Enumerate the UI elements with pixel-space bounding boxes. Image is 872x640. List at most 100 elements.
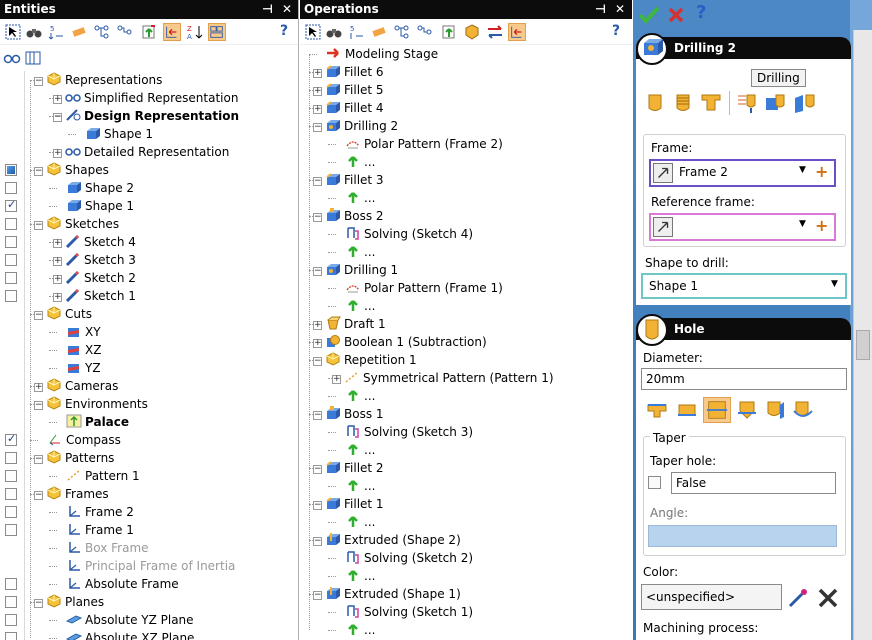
collapse-toggle[interactable]: −	[313, 501, 322, 510]
visibility-checkbox[interactable]	[5, 218, 17, 230]
tree-item[interactable]: YZ	[53, 359, 101, 377]
frame-pick-button[interactable]	[653, 163, 673, 183]
tree-item[interactable]: ...	[332, 243, 375, 261]
tree-item[interactable]: + Cameras	[34, 377, 118, 395]
tree-item[interactable]: ...	[332, 513, 375, 531]
collapse-toggle[interactable]: −	[313, 213, 322, 222]
expand-toggle[interactable]: +	[53, 275, 62, 284]
counterbore-icon[interactable]	[700, 92, 722, 114]
visibility-checkbox[interactable]	[5, 272, 17, 284]
add-reference-icon[interactable]: +	[815, 216, 828, 235]
collapse-toggle[interactable]: −	[313, 177, 322, 186]
tree-item[interactable]: − Patterns	[34, 449, 114, 467]
grid-icon[interactable]	[208, 23, 226, 41]
collapse-toggle[interactable]: −	[34, 167, 43, 176]
visibility-checkbox[interactable]	[5, 632, 17, 640]
visibility-checkbox[interactable]	[5, 488, 17, 500]
glasses-icon[interactable]	[3, 49, 21, 67]
pin-icon[interactable]: ⊣	[262, 0, 273, 19]
tree-item[interactable]: XY	[53, 323, 101, 341]
collapse-toggle[interactable]: −	[313, 267, 322, 276]
tree-item[interactable]: + Fillet 6	[313, 63, 384, 81]
tree-item[interactable]: Solving (Sketch 3)	[332, 423, 473, 441]
tree-item[interactable]: ...	[332, 567, 375, 585]
tree-item[interactable]: − Environments	[34, 395, 148, 413]
tree-expand-icon[interactable]	[93, 23, 111, 41]
reference-pick-button[interactable]	[653, 217, 673, 237]
expand-toggle[interactable]: +	[313, 339, 322, 348]
collapse-toggle[interactable]: −	[53, 113, 62, 122]
visibility-checkbox[interactable]	[5, 578, 17, 590]
tree-item[interactable]: − Cuts	[34, 305, 92, 323]
swap-icon[interactable]	[486, 23, 504, 41]
tree-item[interactable]: Pattern 1	[53, 467, 140, 485]
visibility-checkbox[interactable]	[5, 182, 17, 194]
sort-icon[interactable]: 5	[348, 23, 366, 41]
tree-collapse-icon[interactable]	[416, 23, 434, 41]
dropdown-arrow-icon[interactable]: ▼	[799, 165, 806, 175]
expand-toggle[interactable]: +	[313, 321, 322, 330]
expand-toggle[interactable]: +	[332, 375, 341, 384]
tree-item[interactable]: − Fillet 3	[313, 171, 384, 189]
collapse-toggle[interactable]: −	[313, 411, 322, 420]
tree-item[interactable]: ...	[332, 621, 375, 639]
tree-item[interactable]: ...	[332, 297, 375, 315]
tree-item[interactable]: − Design Representation	[53, 107, 239, 125]
sort-az-icon[interactable]: ZA	[186, 23, 204, 41]
color-value[interactable]: <unspecified>	[641, 584, 782, 610]
collapse-toggle[interactable]: −	[34, 77, 43, 86]
tree-item[interactable]: + Fillet 4	[313, 99, 384, 117]
tree-item[interactable]: − Drilling 1	[313, 261, 398, 279]
tree-item[interactable]: Compass	[34, 431, 121, 449]
collapse-toggle[interactable]: −	[34, 401, 43, 410]
visibility-checkbox[interactable]	[5, 596, 17, 608]
move-up-icon[interactable]	[440, 23, 458, 41]
visibility-checkbox[interactable]	[5, 164, 17, 176]
clear-color-icon[interactable]	[816, 586, 840, 610]
hexagon-icon[interactable]	[463, 23, 481, 41]
tree-item[interactable]: + Sketch 3	[53, 251, 136, 269]
filter-icon[interactable]	[163, 23, 181, 41]
expand-toggle[interactable]: +	[313, 69, 322, 78]
tree-item[interactable]: ...	[332, 441, 375, 459]
tree-item[interactable]: Absolute XZ Plane	[53, 629, 194, 640]
collapse-toggle[interactable]: −	[34, 599, 43, 608]
threaded-hole-icon[interactable]	[672, 92, 694, 114]
move-up-icon[interactable]	[140, 23, 158, 41]
tree-item[interactable]: + Sketch 4	[53, 233, 136, 251]
tree-item[interactable]: Palace	[53, 413, 129, 431]
tree-item[interactable]: − Boss 2	[313, 207, 384, 225]
drill-pattern-icon[interactable]	[736, 92, 760, 114]
shape-to-drill-select[interactable]: Shape 1 ▼	[641, 273, 847, 299]
tree-item[interactable]: − Extruded (Shape 1)	[313, 585, 461, 603]
visibility-checkbox[interactable]	[5, 470, 17, 482]
tree-item[interactable]: Solving (Sketch 1)	[332, 603, 473, 621]
select-icon[interactable]	[304, 23, 322, 41]
dropdown-arrow-icon[interactable]: ▼	[831, 279, 838, 289]
visibility-checkbox[interactable]	[5, 254, 17, 266]
columns-icon[interactable]	[24, 49, 42, 67]
help-icon[interactable]: ?	[280, 23, 288, 39]
tree-item[interactable]: Polar Pattern (Frame 1)	[332, 279, 503, 297]
tree-item[interactable]: − Representations	[34, 71, 162, 89]
tree-item[interactable]: Shape 1	[72, 125, 153, 143]
tree-item[interactable]: Frame 2	[53, 503, 134, 521]
tree-item[interactable]: Absolute Frame	[53, 575, 179, 593]
visibility-checkbox[interactable]	[5, 452, 17, 464]
eraser-icon[interactable]	[370, 23, 388, 41]
reference-frame-selector[interactable]: ▼ +	[649, 213, 836, 241]
tree-item[interactable]: + Simplified Representation	[53, 89, 238, 107]
expand-toggle[interactable]: +	[313, 105, 322, 114]
tree-item[interactable]: XZ	[53, 341, 101, 359]
visibility-checkbox[interactable]	[5, 614, 17, 626]
binoculars-icon[interactable]	[25, 23, 43, 41]
eraser-icon[interactable]	[70, 23, 88, 41]
tree-item[interactable]: Shape 1	[53, 197, 134, 215]
expand-toggle[interactable]: +	[53, 149, 62, 158]
select-icon[interactable]	[4, 23, 22, 41]
drill-on-face-icon[interactable]	[793, 92, 817, 114]
collapse-toggle[interactable]: −	[313, 357, 322, 366]
tree-item[interactable]: + Fillet 5	[313, 81, 384, 99]
close-icon[interactable]: ✕	[282, 0, 292, 19]
tree-item[interactable]: + Sketch 1	[53, 287, 136, 305]
